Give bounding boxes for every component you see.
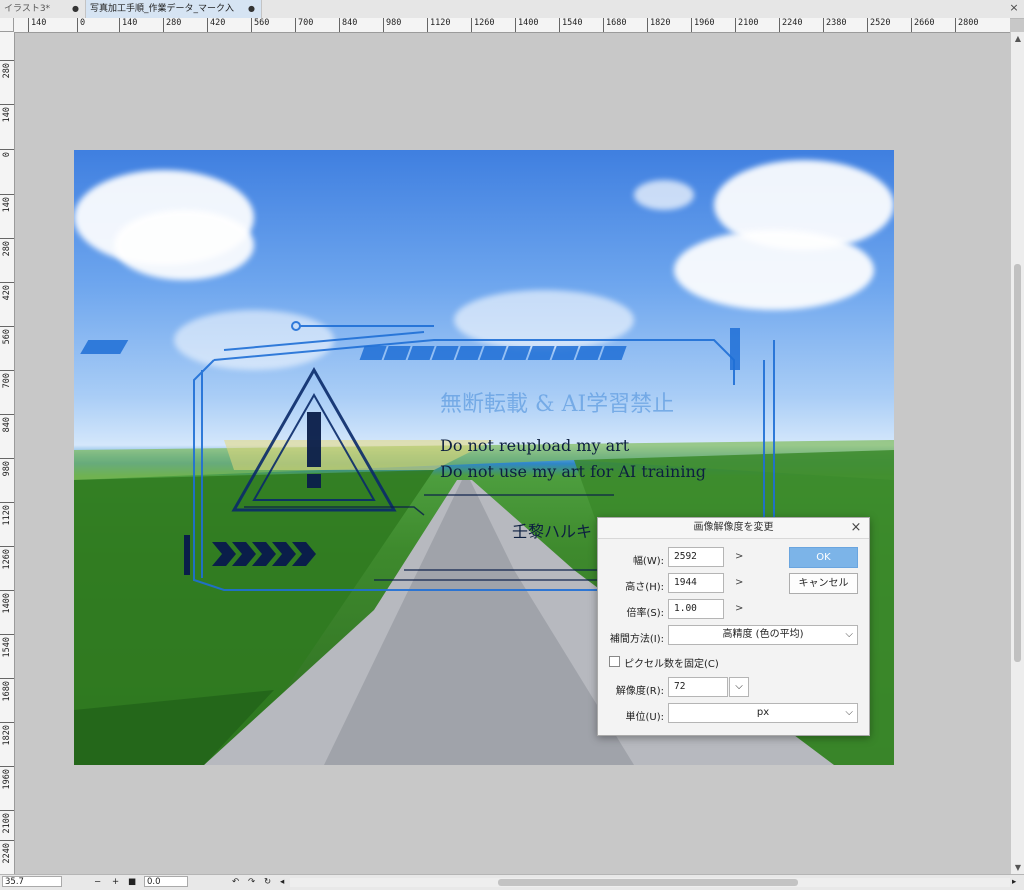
ruler-tick: 980	[0, 458, 14, 495]
ruler-tick: 1120	[0, 502, 14, 539]
zoom-in-button[interactable]: +	[112, 875, 122, 890]
interpolation-label: 補間方法(I):	[609, 634, 664, 645]
scroll-thumb[interactable]	[498, 879, 798, 886]
ruler-top: 140 0 140 280 420 560 700 840 980 1120 1…	[14, 18, 1010, 33]
width-label: 幅(W):	[632, 556, 664, 567]
scroll-down-icon[interactable]: ▼	[1011, 863, 1024, 872]
zoom-field[interactable]: 35.7	[2, 876, 62, 887]
zoom-out-button[interactable]: −	[94, 875, 104, 890]
ruler-tick: 420	[207, 18, 225, 32]
chevron-right-icon[interactable]: >	[735, 551, 743, 562]
status-bar: 35.7 − + ■ 0.0 ↶ ↷ ↻ ◂ ▸	[0, 874, 1024, 890]
ruler-tick: 840	[0, 414, 14, 451]
ruler-tick: 280	[0, 60, 14, 97]
ruler-tick: 980	[383, 18, 401, 32]
rotate-left-icon[interactable]: ↶	[232, 875, 242, 890]
unit-value: px	[756, 707, 770, 718]
fit-icon[interactable]: ■	[128, 875, 136, 890]
ruler-tick: 0	[77, 18, 85, 32]
fix-pixels-checkbox[interactable]	[609, 656, 620, 667]
scroll-left-icon[interactable]: ◂	[280, 875, 288, 890]
scroll-right-icon[interactable]: ▸	[1012, 875, 1020, 890]
ruler-tick: 140	[119, 18, 137, 32]
ruler-tick: 560	[0, 326, 14, 363]
ruler-tick: 1260	[0, 546, 14, 583]
ruler-tick: 2520	[867, 18, 890, 32]
ruler-tick: 140	[0, 104, 14, 141]
watermark-signature: 壬黎ハルキ	[512, 522, 593, 541]
scale-field[interactable]: 1.00	[668, 599, 724, 619]
modified-dot: ●	[72, 4, 79, 13]
width-field[interactable]: 2592	[668, 547, 724, 567]
tab-photo-work-data[interactable]: 写真加工手順_作業データ_マーク入り.jpg* ●	[86, 0, 262, 32]
change-resolution-dialog: 画像解像度を変更 × 幅(W): 2592 > 高さ(H): 1944 > 倍率…	[597, 517, 870, 736]
ruler-corner	[0, 18, 14, 32]
unit-label: 単位(U):	[625, 712, 665, 723]
interpolation-value: 高精度 (色の平均)	[722, 629, 804, 640]
chevron-down-icon: ⌵	[845, 707, 853, 718]
tab-illust3[interactable]: イラスト3* ●	[0, 0, 86, 18]
scale-label: 倍率(S):	[626, 608, 664, 619]
ruler-tick: 280	[163, 18, 181, 32]
vertical-scrollbar[interactable]: ▲ ▼	[1010, 32, 1024, 874]
ruler-tick: 1820	[647, 18, 670, 32]
ruler-tick: 2800	[955, 18, 978, 32]
watermark-title: 無断転載 & AI学習禁止	[440, 392, 675, 417]
resolution-field[interactable]: 72	[668, 677, 728, 697]
ruler-tick: 0	[0, 149, 14, 186]
ruler-tick: 1540	[0, 634, 14, 671]
ruler-tick: 1540	[559, 18, 582, 32]
ruler-tick: 1400	[515, 18, 538, 32]
ruler-tick: 1260	[471, 18, 494, 32]
ruler-tick: 420	[0, 282, 14, 319]
ruler-left: 280 140 0 140 280 420 560 700 840 980 11…	[0, 32, 15, 874]
ruler-tick: 1680	[0, 678, 14, 715]
document-tab-bar: イラスト3* ● 写真加工手順_作業データ_マーク入り.jpg* ● ×	[0, 0, 1024, 32]
close-icon[interactable]: ×	[1008, 2, 1020, 14]
fix-pixels-label: ピクセル数を固定(C)	[624, 659, 719, 670]
ruler-tick: 2240	[0, 840, 14, 874]
tab-label: イラスト3*	[4, 4, 51, 14]
ruler-tick: 2240	[779, 18, 802, 32]
ruler-tick: 1680	[603, 18, 626, 32]
scroll-up-icon[interactable]: ▲	[1011, 34, 1024, 43]
ruler-tick: 1120	[427, 18, 450, 32]
height-label: 高さ(H):	[625, 582, 664, 593]
ruler-tick: 840	[339, 18, 357, 32]
ruler-tick: 2660	[911, 18, 934, 32]
ruler-tick: 700	[295, 18, 313, 32]
dialog-title: 画像解像度を変更	[598, 518, 869, 539]
reset-rotation-icon[interactable]: ↻	[264, 875, 274, 890]
rotate-right-icon[interactable]: ↷	[248, 875, 258, 890]
ruler-tick: 700	[0, 370, 14, 407]
interpolation-select[interactable]: 高精度 (色の平均) ⌵	[668, 625, 858, 645]
ruler-tick: 140	[0, 194, 14, 231]
chevron-right-icon[interactable]: >	[735, 603, 743, 614]
close-icon[interactable]: ×	[849, 521, 863, 535]
ruler-tick: 2380	[823, 18, 846, 32]
chevron-down-icon: ⌵	[845, 629, 853, 640]
chevron-right-icon[interactable]: >	[735, 577, 743, 588]
resolution-label: 解像度(R):	[615, 686, 664, 697]
cancel-button[interactable]: キャンセル	[789, 573, 858, 594]
ruler-tick: 1960	[691, 18, 714, 32]
ruler-tick: 280	[0, 238, 14, 275]
watermark-line1: Do not reupload my art	[440, 436, 630, 455]
resolution-dropdown-button[interactable]: ⌵	[729, 677, 749, 697]
ruler-tick: 1820	[0, 722, 14, 759]
horizontal-scrollbar[interactable]	[290, 878, 1010, 887]
ok-button[interactable]: OK	[789, 547, 858, 568]
rotation-field[interactable]: 0.0	[144, 876, 188, 887]
watermark-line2: Do not use my art for AI training	[440, 462, 707, 481]
ruler-tick: 1400	[0, 590, 14, 627]
modified-dot: ●	[248, 4, 255, 13]
chevron-down-icon: ⌵	[735, 681, 743, 692]
ruler-tick: 2100	[735, 18, 758, 32]
ruler-tick: 560	[251, 18, 269, 32]
ruler-tick: 1960	[0, 766, 14, 803]
unit-select[interactable]: px ⌵	[668, 703, 858, 723]
height-field[interactable]: 1944	[668, 573, 724, 593]
scroll-thumb[interactable]	[1014, 264, 1021, 662]
ruler-tick: 140	[28, 18, 46, 32]
